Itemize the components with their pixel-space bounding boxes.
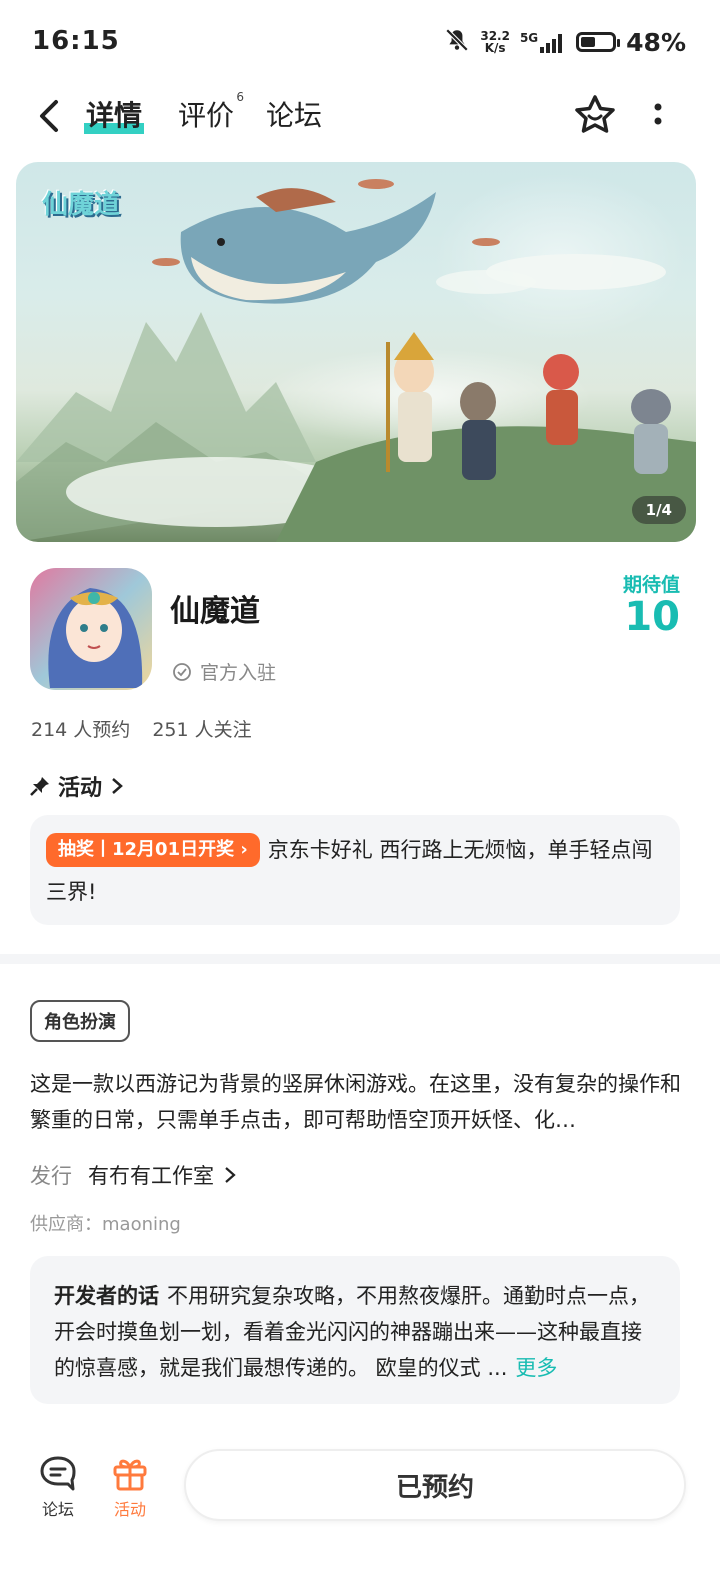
activity-header-label: 活动 bbox=[58, 776, 103, 801]
battery-percent: 48% bbox=[626, 27, 686, 57]
tab-forum[interactable]: 论坛 bbox=[266, 94, 322, 134]
app-title: 仙魔道 bbox=[170, 594, 260, 629]
status-bar: 16:15 32.2 K/s 5G 48% bbox=[0, 0, 720, 84]
supplier-info: 供应商：maoning bbox=[30, 1214, 181, 1235]
publisher-row[interactable]: 发行 有冇有工作室 bbox=[30, 1160, 240, 1190]
activity-card[interactable]: 抽奖丨12月01日开奖 › 京东卡好礼 西行路上无烦恼，单手轻点闯三界! bbox=[30, 815, 680, 925]
activity-section-header[interactable]: 活动 bbox=[30, 770, 124, 802]
tab-reviews-label: 评价 bbox=[178, 99, 235, 132]
chevron-right-icon bbox=[112, 778, 123, 794]
pin-icon bbox=[30, 777, 49, 796]
official-label: 官方入驻 bbox=[200, 662, 277, 684]
status-icons: 32.2 K/s 5G 48% bbox=[444, 24, 686, 60]
banner-game-logo: 仙魔道 bbox=[42, 190, 121, 220]
publisher-name: 有冇有工作室 bbox=[88, 1164, 214, 1188]
mute-bell-icon bbox=[444, 27, 470, 57]
expectation-label: 期待值 bbox=[622, 574, 680, 596]
reserved-button[interactable]: 已预约 bbox=[184, 1449, 686, 1521]
banner-carousel[interactable]: 仙魔道 1/4 bbox=[16, 162, 696, 542]
activity-button[interactable]: 活动 bbox=[100, 1454, 160, 1520]
chat-bubble-icon bbox=[40, 1456, 76, 1491]
favorite-button[interactable] bbox=[572, 92, 618, 138]
follower-count: 251 人关注 bbox=[152, 719, 252, 741]
gift-icon bbox=[113, 1459, 147, 1491]
chevron-left-icon bbox=[40, 100, 58, 132]
review-count-badge: 6 bbox=[236, 90, 245, 104]
reservation-count: 214 人预约 bbox=[31, 719, 131, 741]
verified-check-icon bbox=[173, 662, 191, 681]
more-options-button[interactable] bbox=[642, 94, 674, 134]
section-divider bbox=[0, 954, 720, 964]
status-time: 16:15 bbox=[32, 26, 120, 56]
more-vertical-icon bbox=[654, 103, 662, 125]
chevron-right-icon bbox=[225, 1167, 236, 1183]
publisher-label: 发行 bbox=[30, 1164, 72, 1188]
battery-icon bbox=[576, 32, 621, 52]
developer-notes-card[interactable]: 开发者的话 不用研究复杂攻略，不用熬夜爆肝。通勤时点一点，开会时摸鱼划一划，看着金… bbox=[30, 1256, 680, 1404]
stats-row: 214 人预约 251 人关注 bbox=[31, 715, 252, 742]
carousel-page-indicator: 1/4 bbox=[631, 496, 686, 524]
forum-button[interactable]: 论坛 bbox=[28, 1454, 88, 1520]
back-button[interactable] bbox=[32, 96, 68, 136]
star-icon bbox=[575, 95, 615, 133]
more-link[interactable]: 更多 bbox=[515, 1356, 557, 1380]
forum-button-label: 论坛 bbox=[41, 1500, 74, 1519]
tab-reviews[interactable]: 评价 6 bbox=[178, 90, 244, 134]
official-badge: 官方入驻 bbox=[172, 658, 276, 685]
expectation-score: 10 bbox=[624, 594, 680, 640]
app-icon bbox=[30, 568, 152, 690]
game-description[interactable]: 这是一款以西游记为背景的竖屏休闲游戏。在这里，没有复杂的操作和繁重的日常，只需单… bbox=[30, 1066, 682, 1138]
top-nav: 详情 评价 6 论坛 bbox=[0, 84, 720, 150]
activity-button-label: 活动 bbox=[113, 1500, 146, 1519]
tab-details[interactable]: 详情 bbox=[84, 94, 145, 134]
genre-tag[interactable]: 角色扮演 bbox=[30, 1000, 130, 1042]
signal-5g-icon: 5G bbox=[520, 31, 566, 53]
lottery-tag[interactable]: 抽奖丨12月01日开奖 › bbox=[46, 833, 260, 867]
developer-notes-title: 开发者的话 bbox=[54, 1284, 159, 1308]
network-speed: 32.2 K/s bbox=[480, 29, 510, 55]
